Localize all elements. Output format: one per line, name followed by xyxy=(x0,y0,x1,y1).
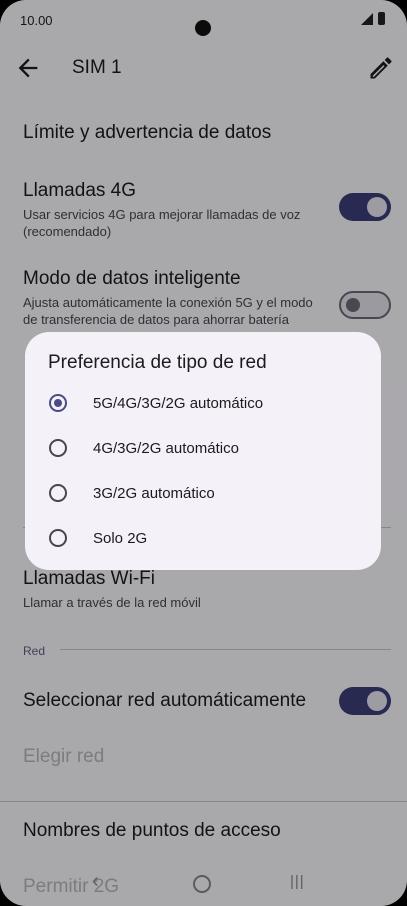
dialog-title: Preferencia de tipo de red xyxy=(48,352,267,373)
radio-selected-icon[interactable] xyxy=(49,394,67,412)
option-2g-only[interactable]: Solo 2G xyxy=(25,517,381,561)
option-label: 5G/4G/3G/2G automático xyxy=(93,395,264,412)
nav-recents-icon[interactable]: ||| xyxy=(290,873,305,890)
option-label: 3G/2G automático xyxy=(93,485,215,502)
navigation-bar: ‹ ||| xyxy=(0,860,407,906)
option-label: Solo 2G xyxy=(93,530,148,547)
option-5g-4g-3g-2g[interactable]: 5G/4G/3G/2G automático xyxy=(25,382,381,426)
radio-unselected-icon[interactable] xyxy=(49,484,67,502)
option-4g-3g-2g[interactable]: 4G/3G/2G automático xyxy=(25,427,381,471)
option-3g-2g[interactable]: 3G/2G automático xyxy=(25,472,381,516)
nav-home-icon[interactable] xyxy=(193,875,211,893)
network-type-dialog: Preferencia de tipo de red 5G/4G/3G/2G a… xyxy=(25,332,381,570)
nav-back-icon[interactable]: ‹ xyxy=(92,870,99,893)
radio-unselected-icon[interactable] xyxy=(49,529,67,547)
radio-unselected-icon[interactable] xyxy=(49,439,67,457)
option-label: 4G/3G/2G automático xyxy=(93,440,239,457)
phone-screen: 10.00 SIM 1 Límite y advertencia de dato… xyxy=(0,0,407,906)
